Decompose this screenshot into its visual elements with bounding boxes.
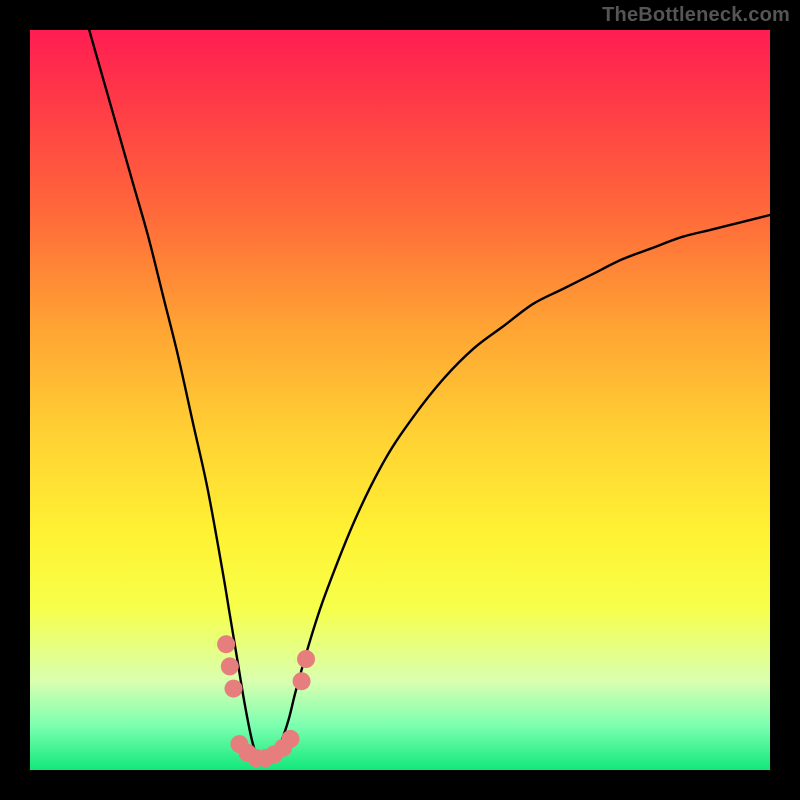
highlight-marker <box>221 657 239 675</box>
bottleneck-curve <box>89 30 770 765</box>
plot-area <box>30 30 770 770</box>
highlight-marker <box>225 680 243 698</box>
curve-layer <box>30 30 770 770</box>
highlight-marker <box>217 635 235 653</box>
highlight-marker <box>293 672 311 690</box>
highlight-marker <box>281 730 299 748</box>
watermark-text: TheBottleneck.com <box>602 4 790 27</box>
highlight-markers <box>217 635 315 767</box>
chart-frame: TheBottleneck.com <box>0 0 800 800</box>
highlight-marker <box>297 650 315 668</box>
